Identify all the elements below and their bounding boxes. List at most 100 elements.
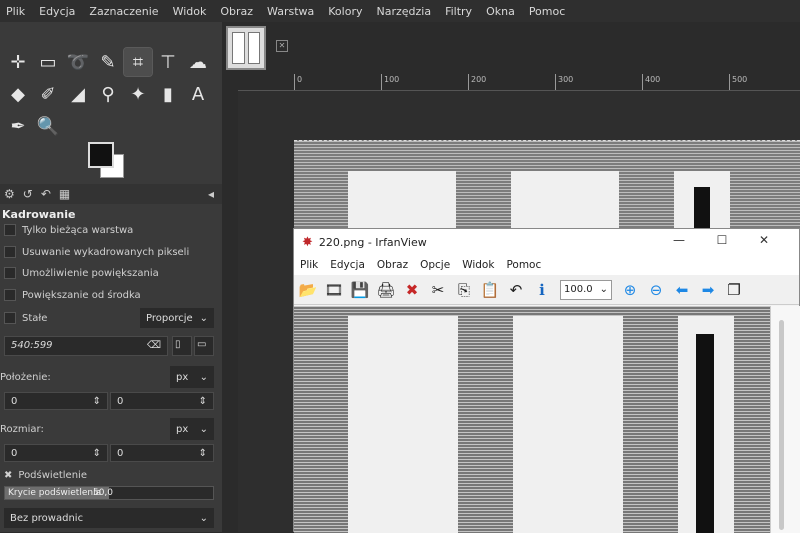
guides-dropdown[interactable]: Bez prowadnic ⌄ [4,508,214,528]
landscape-button[interactable]: ▭ [194,336,214,356]
dock-menu-icon[interactable]: ◂ [208,187,214,201]
delete-icon[interactable]: ✖ [400,278,424,302]
horizontal-ruler[interactable]: 0 100 200 300 400 500 [238,74,800,91]
chevron-down-icon: ⌄ [199,512,208,524]
size-width-input[interactable]: 0 ⇕ [4,444,108,462]
menu-item[interactable]: Edycja [39,5,75,18]
save-icon[interactable]: 💾 [348,278,372,302]
open-icon[interactable]: 📂 [296,278,320,302]
vertical-scrollbar[interactable] [770,306,800,533]
irfanview-menu-item[interactable]: Opcje [420,259,450,271]
align-icon[interactable]: ⊤ [154,48,182,76]
dodge-icon[interactable]: ▮ [154,80,182,108]
spinner-icon[interactable]: ⇕ [93,448,101,459]
position-unit-dropdown[interactable]: px ⌄ [170,366,214,388]
menu-item[interactable]: Okna [486,5,515,18]
scrollbar-thumb[interactable] [779,320,784,530]
option-fixed[interactable]: Stałe [4,312,47,324]
info-icon[interactable]: ℹ [530,278,554,302]
crop-icon[interactable]: ⌗ [123,47,153,77]
menu-item[interactable]: Filtry [445,5,472,18]
position-x-input[interactable]: 0 ⇕ [4,392,108,410]
option-delete-cropped[interactable]: Usuwanie wykadrowanych pikseli [4,246,189,258]
menu-item[interactable]: Pomoc [529,5,565,18]
spinner-icon[interactable]: ⇕ [93,396,101,407]
irfanview-menu-item[interactable]: Plik [300,259,318,271]
checkbox[interactable] [4,246,16,258]
irfanview-menu-item[interactable]: Edycja [330,259,365,271]
irfanview-window[interactable]: ✸ 220.png - IrfanView — ☐ ✕ Plik Edycja Ob… [293,228,800,533]
menu-item[interactable]: Warstwa [267,5,314,18]
checkbox[interactable] [4,312,16,324]
size-height-input[interactable]: 0 ⇕ [110,444,214,462]
checkbox[interactable] [4,289,16,301]
spinner-icon[interactable]: ⇕ [199,396,207,407]
images-tab-icon[interactable]: ▦ [59,187,70,201]
size-unit-dropdown[interactable]: px ⌄ [170,418,214,440]
option-highlight[interactable]: ✖ Podświetlenie [4,470,87,481]
previous-icon[interactable]: ⬅ [670,278,694,302]
zoom-out-icon[interactable]: ⊖ [644,278,668,302]
thumbnails-icon[interactable]: ❐ [722,278,746,302]
option-current-layer[interactable]: Tylko bieżąca warstwa [4,224,133,236]
warp-icon[interactable]: ☁ [184,48,212,76]
option-expand-center[interactable]: Powiększanie od środka [4,289,141,301]
irfanview-menu-item[interactable]: Widok [462,259,494,271]
foreground-color-swatch[interactable] [88,142,114,168]
paste-icon[interactable]: 📋 [478,278,502,302]
undo-icon[interactable]: ↶ [504,278,528,302]
fg-bg-colors[interactable] [88,142,124,178]
vertical-ruler[interactable] [222,90,239,532]
option-allow-growing[interactable]: Umożliwienie powiększania [4,267,159,279]
checkbox[interactable] [4,224,16,236]
eraser-icon[interactable]: ◢ [64,80,92,108]
paintbrush-icon[interactable]: ✐ [34,80,62,108]
irfanview-menu-item[interactable]: Obraz [377,259,408,271]
zoom-in-icon[interactable]: ⊕ [618,278,642,302]
menu-item[interactable]: Widok [173,5,207,18]
bucket-fill-icon[interactable]: ◆ [4,80,32,108]
irfanview-menu-item[interactable]: Pomoc [506,259,541,271]
next-icon[interactable]: ➡ [696,278,720,302]
spinner-icon[interactable]: ⇕ [199,448,207,459]
menu-item[interactable]: Narzędzia [376,5,431,18]
position-y-input[interactable]: 0 ⇕ [110,392,214,410]
checkbox[interactable] [4,267,16,279]
lasso-icon[interactable]: ➰ [64,48,92,76]
tool-options-tab-icon[interactable]: ⚙ [4,187,15,201]
maximize-icon[interactable]: ☐ [712,233,732,247]
menu-item[interactable]: Obraz [220,5,253,18]
text-tool-icon[interactable]: A [184,80,212,108]
ruler-corner[interactable] [222,74,238,90]
clone-icon[interactable]: ⚲ [94,80,122,108]
device-status-tab-icon[interactable]: ↺ [23,187,33,201]
menu-item[interactable]: Zaznaczenie [89,5,158,18]
zoom-tool-icon[interactable]: 🔍 [34,112,62,140]
close-icon[interactable]: ✕ [754,233,774,247]
copy-icon[interactable]: ⎘ [452,278,476,302]
color-picker-icon[interactable]: ✒ [4,112,32,140]
zoom-dropdown[interactable]: 100.0 ⌄ [560,279,612,300]
clear-icon[interactable]: ⌫ [147,340,161,351]
close-icon[interactable]: ✕ [276,40,288,52]
ratio-input[interactable]: 540:599 ⌫ [4,336,168,356]
portrait-button[interactable]: ▯ [172,336,192,356]
print-icon[interactable]: 🖨 [374,278,398,302]
cut-icon[interactable]: ✂ [426,278,450,302]
menu-item[interactable]: Kolory [328,5,362,18]
close-icon[interactable]: ✖ [4,470,12,481]
smudge-icon[interactable]: ✦ [124,80,152,108]
fuzzy-select-icon[interactable]: ✎ [94,48,122,76]
highlight-opacity-slider[interactable]: Krycie podświetlenia 50,0 [4,486,214,500]
fixed-mode-dropdown[interactable]: Proporcje ⌄ [140,308,214,328]
minimize-icon[interactable]: — [669,233,689,247]
menu-item[interactable]: Plik [6,5,25,18]
zoom-value: 100.0 [564,284,593,295]
slideshow-icon[interactable]: 🎞 [322,278,346,302]
image-tab-thumbnail[interactable] [226,26,266,70]
rect-select-icon[interactable]: ▭ [34,48,62,76]
undo-history-tab-icon[interactable]: ↶ [41,187,51,201]
irfanview-image-view[interactable] [294,306,770,533]
irfanview-titlebar[interactable]: ✸ 220.png - IrfanView — ☐ ✕ [294,229,799,255]
move-tool-icon[interactable]: ✛ [4,48,32,76]
